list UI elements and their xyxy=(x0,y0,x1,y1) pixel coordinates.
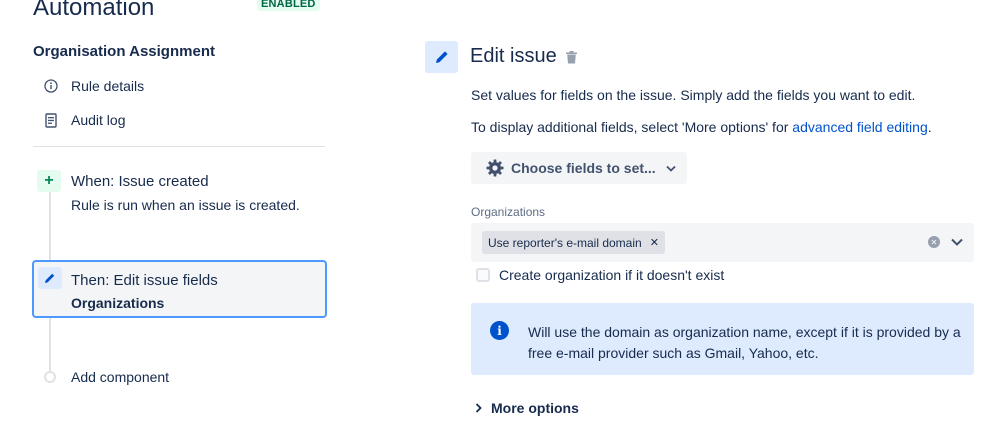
sidebar-item-label: Rule details xyxy=(71,78,145,94)
trigger-step[interactable]: + When: Issue created Rule is run when a… xyxy=(37,170,327,220)
organizations-select[interactable]: Use reporter's e-mail domain ✕ ✕ xyxy=(471,223,974,262)
more-options-label: More options xyxy=(491,400,579,416)
choose-fields-button[interactable]: Choose fields to set... xyxy=(471,152,687,184)
circle-icon xyxy=(44,371,56,383)
status-badge: ENABLED xyxy=(257,0,320,11)
chevron-down-icon[interactable] xyxy=(949,234,965,250)
more-options-toggle[interactable]: More options xyxy=(475,400,579,416)
add-component-button[interactable]: Add component xyxy=(44,369,169,385)
chevron-down-icon xyxy=(666,165,676,172)
sidebar-item-rule-details[interactable]: Rule details xyxy=(43,78,144,94)
sidebar-item-label: Audit log xyxy=(71,112,126,128)
panel-description-advanced: To display additional fields, select 'Mo… xyxy=(471,119,932,135)
info-message: i Will use the domain as organization na… xyxy=(471,303,974,375)
create-organization-checkbox[interactable] xyxy=(476,268,490,282)
document-icon xyxy=(43,112,59,128)
add-component-label: Add component xyxy=(71,369,170,385)
info-message-text: Will use the domain as organization name… xyxy=(528,324,961,361)
rule-name: Organisation Assignment xyxy=(33,43,215,60)
advanced-field-editing-link[interactable]: advanced field editing xyxy=(792,119,927,135)
chevron-right-icon xyxy=(475,403,482,413)
choose-fields-label: Choose fields to set... xyxy=(511,160,656,176)
organizations-field-label: Organizations xyxy=(471,205,546,219)
panel-description: Set values for fields on the issue. Simp… xyxy=(471,87,916,103)
create-organization-checkbox-row[interactable]: Create organization if it doesn't exist xyxy=(476,267,724,283)
pencil-icon xyxy=(425,41,458,73)
info-icon xyxy=(43,78,59,94)
action-step[interactable]: Then: Edit issue fields Organizations xyxy=(32,260,327,318)
plus-icon: + xyxy=(37,170,61,192)
trigger-title: When: Issue created xyxy=(71,173,209,190)
selected-value-tag: Use reporter's e-mail domain ✕ xyxy=(482,231,665,254)
sidebar-item-audit-log[interactable]: Audit log xyxy=(43,112,125,128)
trash-icon[interactable] xyxy=(564,49,578,65)
description-text: To display additional fields, select 'Mo… xyxy=(471,119,793,135)
info-icon: i xyxy=(490,321,509,340)
remove-tag-icon[interactable]: ✕ xyxy=(650,236,659,249)
clear-icon[interactable]: ✕ xyxy=(928,236,940,248)
page-title: Automation xyxy=(33,0,155,21)
pencil-icon xyxy=(38,267,62,289)
divider xyxy=(33,146,325,147)
action-subtitle: Organizations xyxy=(71,295,165,311)
tag-label: Use reporter's e-mail domain xyxy=(488,235,642,250)
trigger-description: Rule is run when an issue is created. xyxy=(71,197,300,213)
gear-icon xyxy=(485,158,505,178)
action-title: Then: Edit issue fields xyxy=(71,272,218,289)
panel-title: Edit issue xyxy=(470,45,557,67)
checkbox-label: Create organization if it doesn't exist xyxy=(499,267,725,283)
description-suffix: . xyxy=(927,119,932,135)
